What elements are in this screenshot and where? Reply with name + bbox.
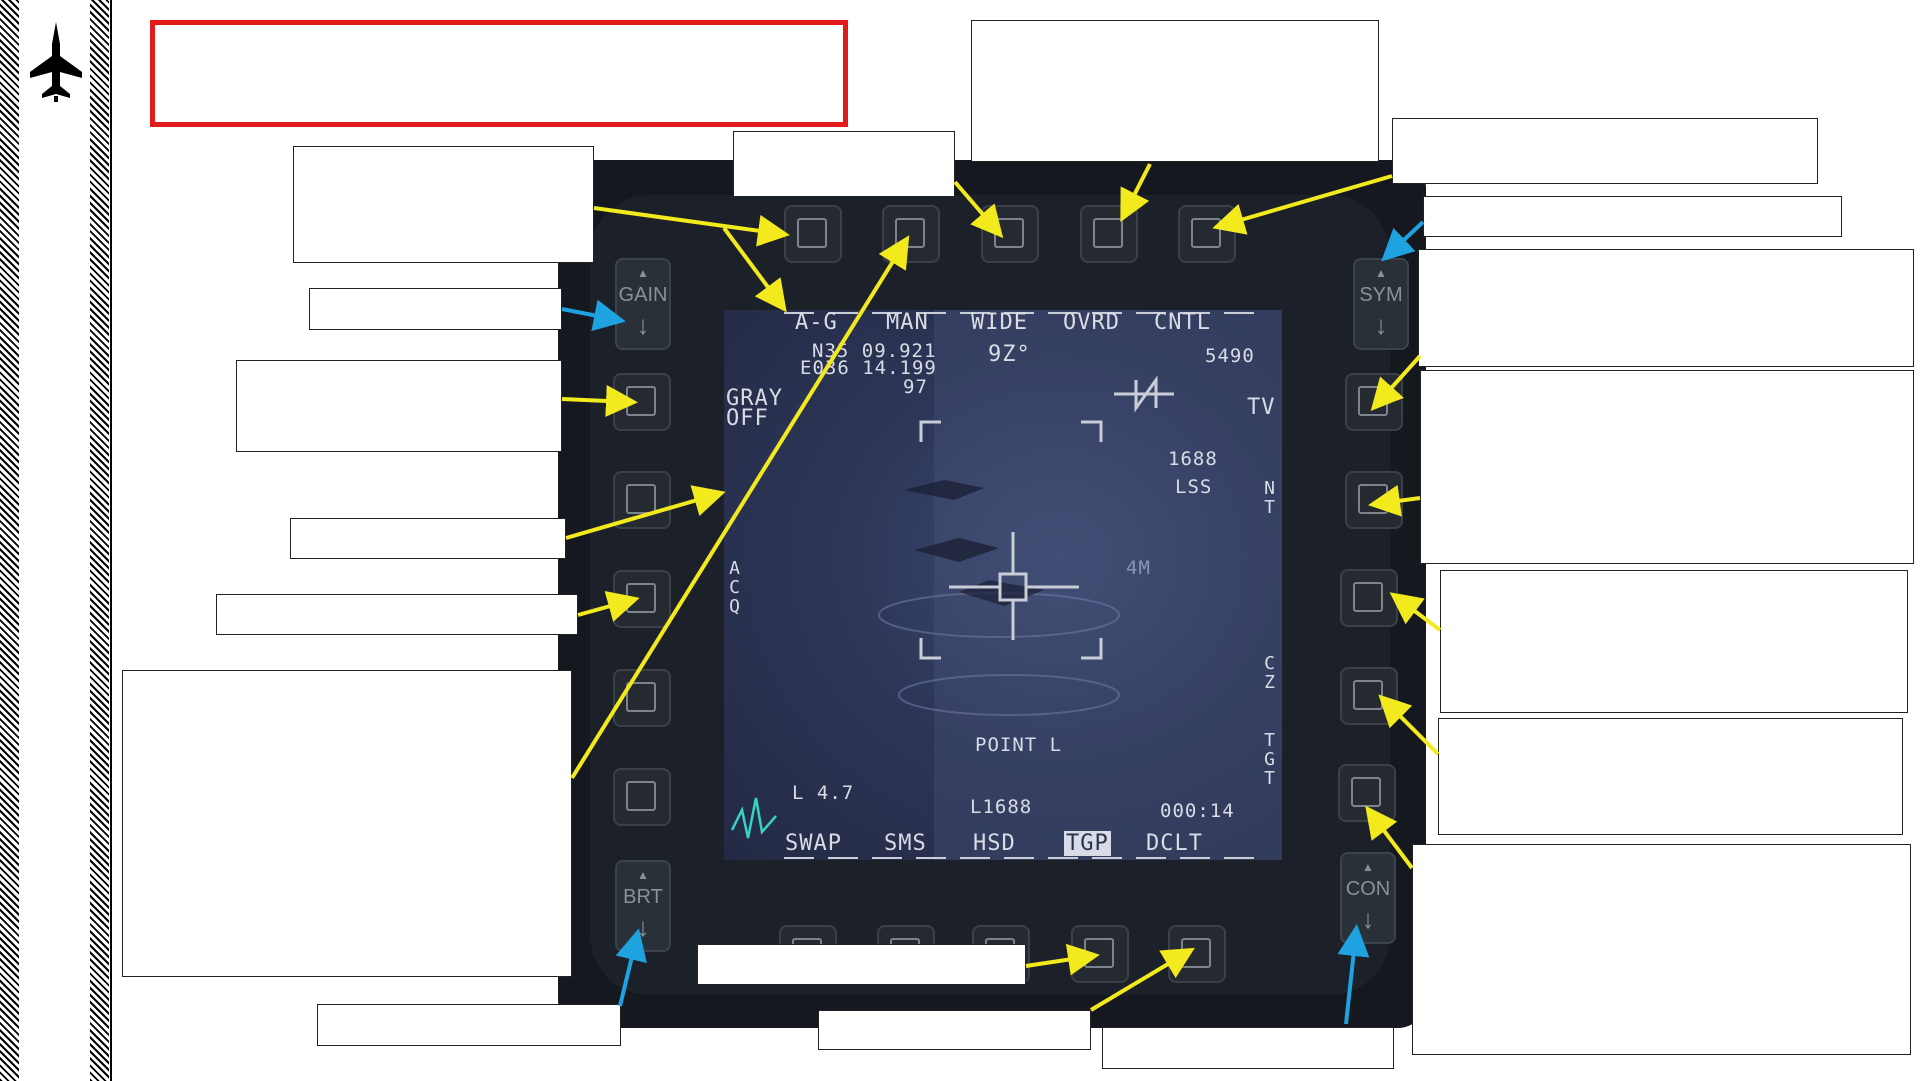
callout-brt [317, 1004, 621, 1046]
osb-7[interactable] [1345, 471, 1403, 529]
rocker-down-icon: ↓ [1361, 904, 1375, 934]
point-mode: POINT L [975, 734, 1063, 756]
top-label-4: OVRD [1063, 310, 1120, 335]
bottom-label-4: TGP [1064, 831, 1111, 856]
callout-con [1102, 1027, 1394, 1069]
tgp-video-icon [730, 310, 1282, 860]
rocker-up-icon: ▲ [1375, 266, 1387, 280]
callout-osb6 [1418, 249, 1914, 367]
fov-marker: 4M [1126, 557, 1151, 579]
con-rocker[interactable]: ▲ CON ↓ [1340, 852, 1396, 944]
tv-label: TV [1247, 395, 1276, 420]
callout-gain [309, 288, 562, 330]
cz-label: CZ [1259, 653, 1280, 691]
osb-4[interactable] [1080, 205, 1138, 263]
rocker-up-icon: ▲ [637, 868, 649, 882]
sidebar-left-stripe [0, 0, 19, 1081]
acq-label: ACQ [724, 558, 745, 615]
callout-osb11 [818, 1010, 1091, 1050]
laser-readout: L1688 [970, 796, 1033, 818]
osb-1[interactable] [784, 205, 842, 263]
brt-rocker[interactable]: ▲ BRT ↓ [615, 860, 671, 952]
osb-2[interactable] [882, 205, 940, 263]
rocker-down-icon: ↓ [636, 912, 650, 942]
laser-arm: L 4.7 [792, 782, 855, 804]
osb-9[interactable] [1340, 667, 1398, 725]
top-label-2: MAN [886, 310, 929, 335]
osb-12[interactable] [1071, 925, 1129, 983]
osb-5[interactable] [1178, 205, 1236, 263]
callout-osb18 [216, 594, 578, 635]
callout-osb12 [697, 944, 1026, 985]
brt-label: BRT [623, 886, 663, 908]
callout-top-left [293, 146, 594, 263]
sym-label: SYM [1359, 284, 1403, 306]
range-readout: 5490 [1205, 345, 1255, 367]
callout-osb19 [290, 518, 566, 559]
osb-18[interactable] [613, 570, 671, 628]
title-box [150, 20, 848, 127]
rocker-down-icon: ↓ [636, 310, 650, 340]
gain-rocker[interactable]: ▲ GAIN ↓ [615, 258, 671, 350]
elevation-readout: 97 [903, 376, 928, 398]
tgp-display: A-G MAN WIDE OVRD CNTL N35 09.921 E036 1… [724, 310, 1282, 860]
tgt-label: TGT [1259, 730, 1280, 787]
callout-osb9 [1438, 718, 1903, 835]
gain-label: GAIN [618, 284, 668, 306]
callout-osb16 [122, 670, 572, 977]
osb-8[interactable] [1340, 569, 1398, 627]
bottom-label-1: SWAP [785, 831, 842, 856]
jet-logo-icon [30, 22, 82, 102]
lss-label: LSS [1175, 476, 1213, 498]
nt-label: NT [1259, 478, 1280, 516]
osb-3[interactable] [981, 205, 1039, 263]
rocker-up-icon: ▲ [637, 266, 649, 280]
rocker-up-icon: ▲ [1362, 860, 1374, 874]
callout-osb8 [1440, 570, 1908, 713]
gray-state: OFF [726, 406, 769, 431]
osb-19[interactable] [613, 471, 671, 529]
callout-osb20 [236, 360, 562, 452]
top-label-5: CNTL [1154, 310, 1211, 335]
heading-readout: 9Z° [988, 342, 1031, 367]
bottom-label-5: DCLT [1146, 831, 1203, 856]
sidebar-right-stripe [90, 0, 109, 1081]
callout-sym [1423, 196, 1842, 237]
sidebar-divider [110, 0, 112, 1081]
osb-6[interactable] [1345, 373, 1403, 431]
osb-10[interactable] [1338, 764, 1396, 822]
callout-osb5 [1392, 118, 1818, 184]
callout-osb10 [1412, 844, 1911, 1055]
rocker-down-icon: ↓ [1374, 310, 1388, 340]
top-label-1: A-G [795, 310, 838, 335]
bottom-label-3: HSD [973, 831, 1016, 856]
sym-rocker[interactable]: ▲ SYM ↓ [1353, 258, 1409, 350]
timer: 000:14 [1160, 800, 1235, 822]
osb-16[interactable] [613, 768, 671, 826]
osb-20[interactable] [613, 373, 671, 431]
callout-osb4 [971, 20, 1379, 162]
con-label: CON [1345, 878, 1391, 900]
osb-17[interactable] [613, 669, 671, 727]
top-label-3: WIDE [971, 310, 1028, 335]
laser-code: 1688 [1168, 448, 1218, 470]
bottom-label-2: SMS [884, 831, 927, 856]
callout-osb2 [733, 131, 955, 197]
callout-osb7 [1420, 370, 1914, 564]
osb-11[interactable] [1168, 925, 1226, 983]
